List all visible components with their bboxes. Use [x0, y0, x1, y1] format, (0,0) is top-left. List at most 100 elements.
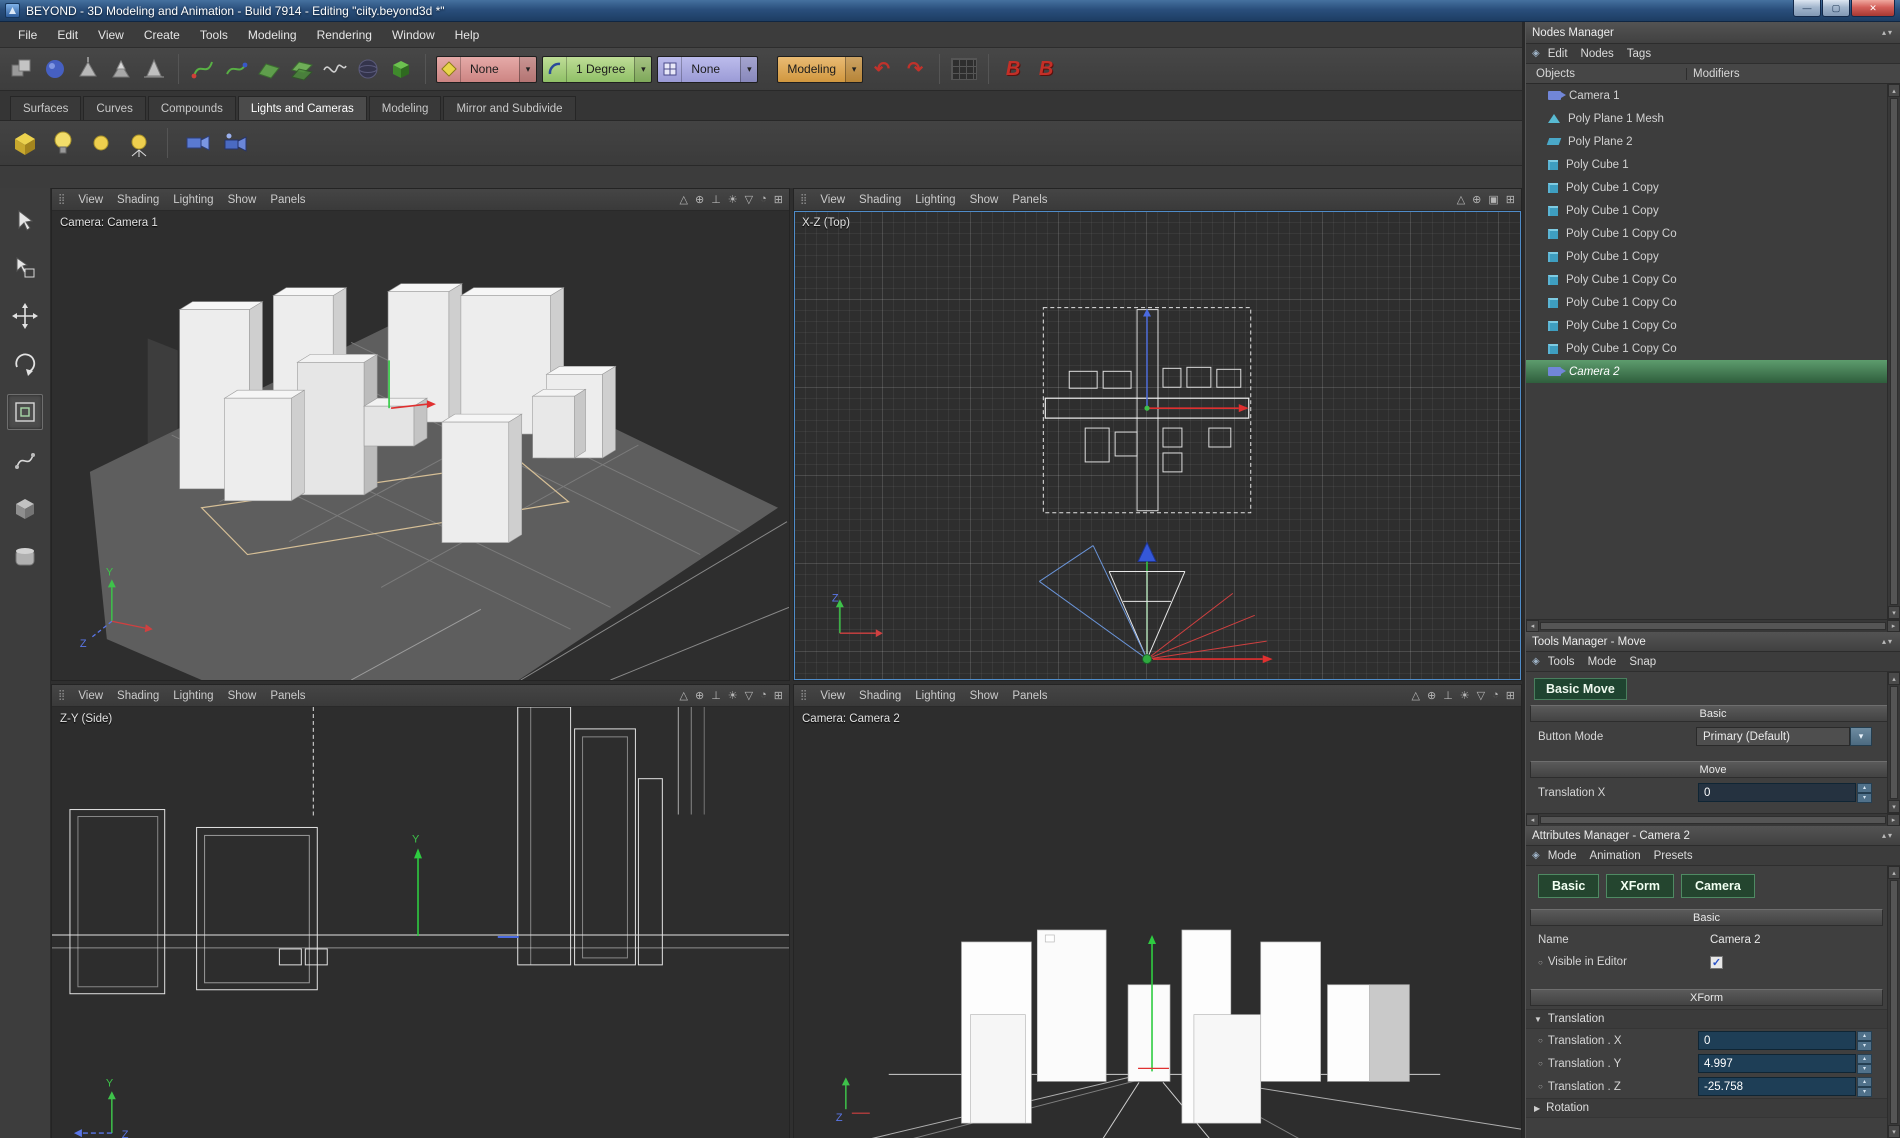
translation-z-attr-input[interactable] — [1698, 1077, 1856, 1096]
maximize-button[interactable]: ▢ — [1822, 0, 1850, 17]
tab-mirror-and-subdivide[interactable]: Mirror and Subdivide — [443, 96, 575, 120]
axes-icon[interactable]: ⊥ — [1443, 689, 1453, 702]
attr-menu-animation[interactable]: Animation — [1589, 848, 1649, 864]
name-value[interactable]: Camera 2 — [1710, 934, 1761, 946]
lathe-tool-icon[interactable] — [140, 55, 168, 83]
attr-menu-presets[interactable]: Presets — [1654, 848, 1702, 864]
vp-menu-show[interactable]: Show — [221, 192, 264, 208]
vp-menu-view[interactable]: View — [71, 192, 110, 208]
node-row-polycube-copy[interactable]: Poly Cube 1 Copy — [1526, 176, 1887, 199]
column-modifiers[interactable]: Modifiers — [1686, 68, 1900, 80]
viewport-canvas-camera1[interactable]: Camera: Camera 1 — [52, 211, 789, 680]
move-view-icon[interactable]: ⊕ — [1427, 689, 1436, 702]
menu-view[interactable]: View — [88, 24, 134, 46]
nodes-menu-nodes[interactable]: Nodes — [1581, 46, 1623, 62]
menu-window[interactable]: Window — [382, 24, 445, 46]
translation-y-attr-input[interactable] — [1698, 1054, 1856, 1073]
light-bulb-icon[interactable] — [48, 129, 76, 157]
grid-toggle-icon[interactable]: ▣ — [1488, 193, 1498, 206]
beyond-render-settings-icon[interactable]: B — [1032, 55, 1060, 83]
attach-curve-tool-icon[interactable] — [222, 55, 250, 83]
rounded-cube-display-tool[interactable] — [7, 538, 43, 574]
scroll-up-icon[interactable]: ▴ — [1888, 84, 1900, 97]
angle-snap-dropdown[interactable]: 1 Degree ▾ — [542, 56, 652, 83]
tab-surfaces[interactable]: Surfaces — [10, 96, 81, 120]
lighting-toggle-icon[interactable]: ☀ — [1460, 689, 1470, 702]
tools-vertical-scrollbar[interactable]: ▴ ▾ — [1887, 672, 1900, 813]
vp-menu-shading[interactable]: Shading — [852, 688, 908, 704]
tools-menu-mode[interactable]: Mode — [1588, 654, 1626, 670]
vp-menu-show[interactable]: Show — [963, 192, 1006, 208]
close-button[interactable]: ✕ — [1851, 0, 1895, 17]
keyframe-dot-icon[interactable]: ○ — [1538, 958, 1543, 967]
mode-dropdown[interactable]: Modeling ▾ — [777, 56, 863, 83]
rotate-tool[interactable] — [7, 346, 43, 382]
expander-closed-icon[interactable]: ▶ — [1534, 1104, 1540, 1113]
attr-section-basic[interactable]: Basic — [1530, 909, 1883, 926]
attr-tab-camera[interactable]: Camera — [1681, 874, 1755, 898]
node-row-polycube-copy[interactable]: Poly Cube 1 Copy Co — [1526, 268, 1887, 291]
cube-stack-tool-icon[interactable] — [8, 55, 36, 83]
vp-menu-view[interactable]: View — [813, 688, 852, 704]
vp-menu-lighting[interactable]: Lighting — [166, 192, 220, 208]
spot-light-icon[interactable] — [124, 129, 152, 157]
node-row-polycube1[interactable]: Poly Cube 1 — [1526, 153, 1887, 176]
green-cube-tool-icon[interactable] — [387, 55, 415, 83]
vp-menu-show[interactable]: Show — [221, 688, 264, 704]
scroll-thumb[interactable] — [1540, 622, 1886, 630]
vp-menu-shading[interactable]: Shading — [852, 192, 908, 208]
panel-collapse-icons[interactable]: ▴▾ — [1882, 831, 1894, 840]
snap-mode-dropdown-arrow[interactable]: ▾ — [519, 57, 536, 82]
axes-icon[interactable]: ⊥ — [711, 193, 721, 206]
scroll-up-icon[interactable]: ▴ — [1888, 672, 1900, 685]
rotation-group-row[interactable]: ▶ Rotation — [1526, 1098, 1887, 1118]
menu-help[interactable]: Help — [445, 24, 490, 46]
menu-edit[interactable]: Edit — [47, 24, 88, 46]
viewport-handle-icon[interactable]: ⣿ — [800, 194, 807, 205]
move-view-icon[interactable]: ⊕ — [695, 689, 704, 702]
panel-collapse-icons[interactable]: ▴▾ — [1882, 637, 1894, 646]
select-region-tool[interactable] — [7, 250, 43, 286]
attr-tab-xform[interactable]: XForm — [1606, 874, 1674, 898]
move-tool[interactable] — [7, 298, 43, 334]
layout-quad-icon[interactable]: ⊞ — [774, 193, 783, 206]
tools-section-basic[interactable]: Basic — [1530, 705, 1896, 722]
attributes-vertical-scrollbar[interactable]: ▴ ▾ — [1887, 866, 1900, 1138]
attr-section-xform[interactable]: XForm — [1530, 989, 1883, 1006]
layout-quad-icon[interactable]: ⊞ — [774, 689, 783, 702]
vp-menu-shading[interactable]: Shading — [110, 192, 166, 208]
bevel-tool-icon[interactable] — [107, 55, 135, 83]
render-grid-icon[interactable] — [950, 55, 978, 83]
point-light-icon[interactable] — [86, 129, 114, 157]
filter-icon[interactable]: ▽ — [1477, 689, 1485, 702]
curve-wave-tool-icon[interactable] — [321, 55, 349, 83]
patch-surface-tool-icon[interactable] — [255, 55, 283, 83]
redo-icon[interactable]: ↷ — [901, 55, 929, 83]
viewport-handle-icon[interactable]: ⣿ — [58, 690, 65, 701]
node-row-polycube-copy[interactable]: Poly Cube 1 Copy — [1526, 245, 1887, 268]
vp-menu-lighting[interactable]: Lighting — [908, 688, 962, 704]
camera-create-icon[interactable] — [183, 129, 211, 157]
viewport-canvas-camera2[interactable]: Camera: Camera 2 — [794, 707, 1521, 1138]
move-view-icon[interactable]: ⊕ — [1472, 193, 1481, 206]
mode-dropdown-arrow[interactable]: ▾ — [845, 57, 862, 82]
node-row-camera1[interactable]: Camera 1 — [1526, 84, 1887, 107]
translation-y-attr-spinner[interactable]: ▴▾ — [1857, 1054, 1872, 1073]
vp-menu-view[interactable]: View — [71, 688, 110, 704]
lighting-toggle-icon[interactable]: ☀ — [728, 193, 738, 206]
titlebar[interactable]: BEYOND - 3D Modeling and Animation - Bui… — [0, 0, 1900, 22]
menu-create[interactable]: Create — [134, 24, 190, 46]
column-objects[interactable]: Objects — [1526, 68, 1686, 80]
snap-curve-tool-icon[interactable] — [189, 55, 217, 83]
translation-x-attr-input[interactable] — [1698, 1031, 1856, 1050]
camera-aim-create-icon[interactable] — [221, 129, 249, 157]
vp-menu-lighting[interactable]: Lighting — [908, 192, 962, 208]
scroll-left-icon[interactable]: ◂ — [1526, 814, 1539, 826]
viewport-handle-icon[interactable]: ⣿ — [58, 194, 65, 205]
node-row-polycube-copy[interactable]: Poly Cube 1 Copy Co — [1526, 337, 1887, 360]
safe-frame-icon[interactable]: △ — [1412, 689, 1420, 702]
menu-tools[interactable]: Tools — [190, 24, 238, 46]
tools-horizontal-scrollbar[interactable]: ◂ ▸ — [1526, 813, 1900, 826]
node-row-polyplane2[interactable]: Poly Plane 2 — [1526, 130, 1887, 153]
nodes-menu-edit[interactable]: Edit — [1548, 46, 1577, 62]
